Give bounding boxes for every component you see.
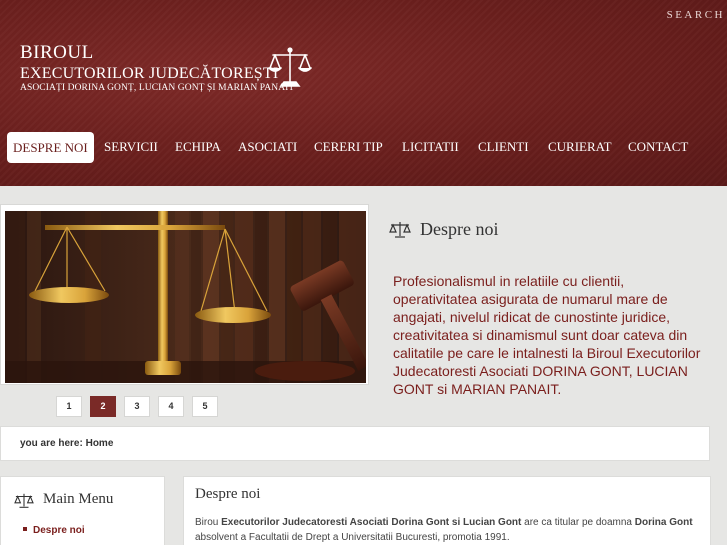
slider-page-2[interactable]: 2 bbox=[90, 396, 116, 417]
breadcrumb: you are here: Home bbox=[0, 426, 710, 461]
main-menu-title: Main Menu bbox=[43, 491, 114, 507]
slider-page-5[interactable]: 5 bbox=[192, 396, 218, 417]
nav-item-cereri-tip[interactable]: CERERI TIP bbox=[314, 132, 383, 162]
scales-icon bbox=[14, 493, 34, 508]
nav-item-echipa[interactable]: ECHIPA bbox=[175, 132, 221, 162]
logo-line-1: BIROUL bbox=[20, 42, 94, 63]
intro-title: Despre noi bbox=[420, 219, 499, 239]
article-panel: Despre noi Birou Executorilor Judecatore… bbox=[183, 476, 711, 545]
nav-item-contact[interactable]: CONTACT bbox=[628, 132, 688, 162]
site-header: SEARCH BIROUL EXECUTORILOR JUDECĂTOREȘTI… bbox=[0, 0, 727, 186]
article-text-bold: Dorina Gont bbox=[634, 517, 693, 528]
scales-of-justice-icon bbox=[268, 47, 312, 87]
logo-line-2: EXECUTORILOR JUDECĂTOREȘTI bbox=[20, 65, 279, 82]
article-text-bold: Executorilor Judecatoresti Asociati Dori… bbox=[221, 517, 522, 528]
slider-page-1[interactable]: 1 bbox=[56, 396, 82, 417]
article-title: Despre noi bbox=[195, 486, 261, 502]
scales-and-gavel-photo bbox=[5, 211, 366, 383]
image-slider bbox=[0, 204, 369, 385]
article-text-part: Birou bbox=[195, 517, 222, 528]
nav-item-licitatii[interactable]: LICITATII bbox=[402, 132, 459, 162]
article-text: Birou Executorilor Judecatoresti Asociat… bbox=[195, 515, 700, 545]
nav-item-servicii[interactable]: SERVICII bbox=[104, 132, 158, 162]
main-navigation: DESPRE NOI SERVICII ECHIPA ASOCIATI CERE… bbox=[0, 132, 727, 163]
scales-icon bbox=[389, 222, 411, 238]
bullet-icon bbox=[23, 527, 27, 532]
breadcrumb-prefix: you are here: bbox=[20, 438, 86, 449]
main-menu-panel: Main Menu Despre noi bbox=[0, 476, 165, 545]
breadcrumb-home-link[interactable]: Home bbox=[86, 438, 114, 449]
article-text-part: are ca titular pe doamna bbox=[521, 517, 635, 528]
logo-line-3: ASOCIAȚI DORINA GONȚ, LUCIAN GONȚ ȘI MAR… bbox=[20, 83, 295, 93]
intro-text: Profesionalismul in relatiile cu clienti… bbox=[393, 273, 701, 397]
article-text-part: absolvent a Facultatii de Drept a Univer… bbox=[195, 532, 510, 543]
nav-item-asociati[interactable]: ASOCIATI bbox=[238, 132, 297, 162]
search-link[interactable]: SEARCH bbox=[667, 9, 725, 21]
nav-item-clienti[interactable]: CLIENTI bbox=[478, 132, 529, 162]
main-menu-item-despre-noi[interactable]: Despre noi bbox=[23, 525, 85, 536]
nav-item-curierat[interactable]: CURIERAT bbox=[548, 132, 612, 162]
nav-item-despre-noi[interactable]: DESPRE NOI bbox=[7, 132, 94, 163]
site-logo[interactable]: BIROUL EXECUTORILOR JUDECĂTOREȘTI ASOCIA… bbox=[20, 43, 294, 94]
main-menu-item-label: Despre noi bbox=[33, 525, 85, 536]
slider-page-4[interactable]: 4 bbox=[158, 396, 184, 417]
slider-page-3[interactable]: 3 bbox=[124, 396, 150, 417]
